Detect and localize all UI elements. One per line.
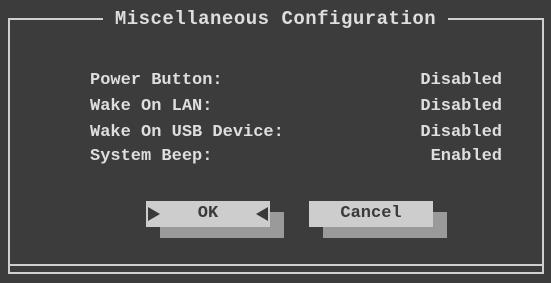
dialog-title: Miscellaneous Configuration — [102, 8, 449, 30]
selection-arrow-left-icon — [256, 207, 268, 221]
setting-value[interactable]: Disabled — [420, 69, 502, 93]
selection-arrow-right-icon — [148, 207, 160, 221]
setting-value[interactable]: Disabled — [420, 121, 502, 145]
setting-label: Wake On USB Device: — [90, 123, 284, 142]
setting-row-wake-on-usb[interactable]: Wake On USB Device: Disabled — [90, 121, 502, 145]
dialog-title-bar: Miscellaneous Configuration — [0, 8, 551, 30]
ok-button-label: OK — [197, 204, 219, 223]
cancel-button[interactable]: Cancel — [309, 201, 433, 227]
setting-row-system-beep[interactable]: System Beep: Enabled — [90, 145, 502, 169]
setting-row-wake-on-lan[interactable]: Wake On LAN: Disabled — [90, 95, 502, 119]
setting-label: Power Button: — [90, 71, 223, 90]
misc-config-dialog: Miscellaneous Configuration Power Button… — [0, 0, 551, 283]
cancel-button-label: Cancel — [340, 204, 402, 223]
frame-divider — [8, 264, 544, 266]
setting-row-power-button[interactable]: Power Button: Disabled — [90, 69, 502, 93]
setting-value[interactable]: Enabled — [431, 145, 502, 169]
setting-label: System Beep: — [90, 147, 213, 166]
setting-value[interactable]: Disabled — [420, 95, 502, 119]
ok-button[interactable]: OK — [146, 201, 270, 227]
setting-label: Wake On LAN: — [90, 97, 213, 116]
